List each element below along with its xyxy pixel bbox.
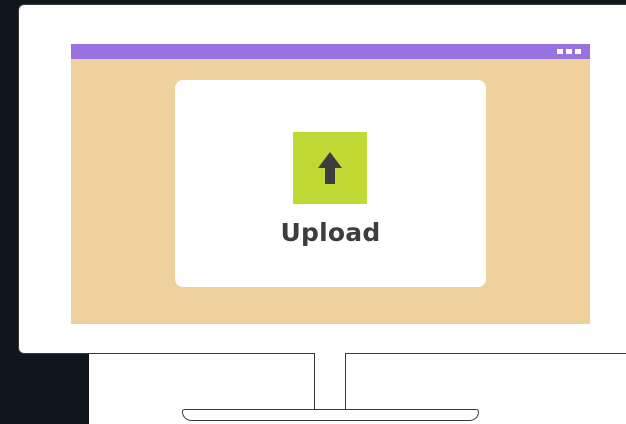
upload-button[interactable]	[293, 132, 367, 204]
monitor-stand-neck	[314, 353, 346, 410]
dot	[575, 49, 581, 54]
arrow-up-icon	[318, 152, 342, 184]
browser-window: Upload	[71, 44, 590, 324]
upload-card: Upload	[175, 80, 486, 287]
monitor-stand-base	[182, 409, 479, 421]
upload-label[interactable]: Upload	[175, 218, 486, 247]
three-dots-icon[interactable]	[557, 49, 581, 54]
browser-title-bar	[71, 44, 590, 59]
dot	[557, 49, 563, 54]
dot	[566, 49, 572, 54]
